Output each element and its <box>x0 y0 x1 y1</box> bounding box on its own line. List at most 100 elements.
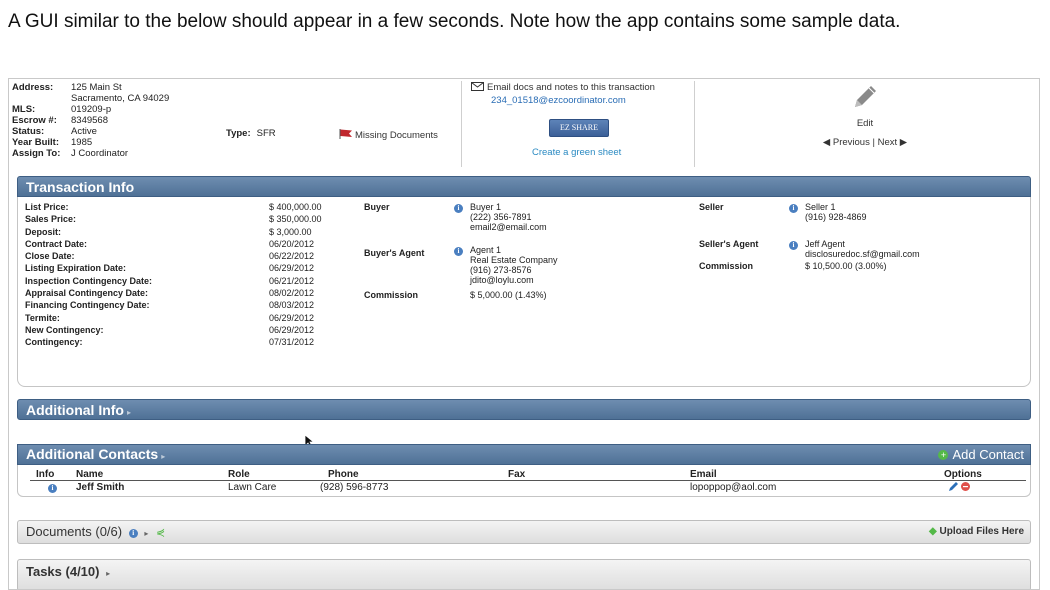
buyer-phone: (222) 356-7891 <box>470 212 532 222</box>
transaction-field-label: Appraisal Contingency Date: <box>25 288 149 299</box>
transaction-field-value: 06/29/2012 <box>269 263 315 274</box>
tasks-header[interactable]: Tasks (4/10) ▸ <box>17 559 1031 589</box>
missing-documents-link[interactable]: Missing Documents <box>339 129 438 141</box>
transaction-row: Close Date: 06/22/2012 <box>25 250 322 262</box>
flag-icon <box>339 129 352 139</box>
seller-details: i Seller 1 (916) 928-4869 <box>789 202 867 222</box>
transaction-field-value: 06/29/2012 <box>269 324 315 335</box>
tasks-title: Tasks (4/10) <box>26 564 100 579</box>
info-icon[interactable]: i <box>454 204 463 213</box>
upload-arrow-icon: ◆ <box>929 526 937 537</box>
address-line2: Sacramento, CA 94029 <box>71 93 170 104</box>
ez-share-button[interactable]: EZ SHARE <box>549 119 609 137</box>
info-icon[interactable]: i <box>454 247 463 256</box>
info-icon[interactable]: i <box>128 529 138 538</box>
documents-title: Documents (0/6) <box>26 524 123 539</box>
seller-commission-value: $ 10,500.00 (3.00%) <box>805 261 887 271</box>
app-screenshot: Address: 125 Main St Sacramento, CA 94029… <box>8 78 1040 590</box>
info-icon[interactable]: i <box>789 241 798 250</box>
transaction-field-value: 06/22/2012 <box>269 251 315 262</box>
seller-label: Seller <box>699 202 724 212</box>
seller-agent-email: disclosuredoc.sf@gmail.com <box>805 249 920 259</box>
buyer-agent-company: Real Estate Company <box>470 255 558 265</box>
envelope-icon <box>471 82 484 91</box>
transaction-field-label: Contingency: <box>25 337 83 348</box>
edit-panel: Edit ◀ Previous | Next ▶ <box>809 81 921 148</box>
transaction-info-title: Transaction Info <box>26 179 135 195</box>
transaction-info-header[interactable]: Transaction Info <box>17 176 1031 197</box>
previous-arrow-icon[interactable]: ◀ <box>823 137 830 148</box>
transaction-field-label: Close Date: <box>25 251 75 262</box>
transaction-email-link[interactable]: 234_01518@ezcoordinator.com <box>491 95 691 106</box>
transaction-field-label: Termite: <box>25 312 60 323</box>
additional-contacts-header[interactable]: Additional Contacts ▸ + Add Contact <box>17 444 1031 465</box>
delete-icon[interactable] <box>960 481 971 492</box>
expand-arrow-icon[interactable]: ▸ <box>127 408 131 417</box>
buyer-agent-block: Buyer's Agent <box>364 248 424 258</box>
next-link[interactable]: Next <box>878 137 898 148</box>
seller-agent-name: Jeff Agent <box>805 239 845 249</box>
transaction-field-value: 08/02/2012 <box>269 288 315 299</box>
transaction-field-value: $ 400,000.00 <box>269 202 322 212</box>
status-value: Active <box>71 126 97 137</box>
info-icon[interactable]: i <box>48 484 57 493</box>
buyer-details: i Buyer 1 (222) 356-7891 email2@email.co… <box>454 202 547 232</box>
col-header-role: Role <box>228 469 250 480</box>
buyer-agent-name: Agent 1 <box>470 245 502 255</box>
next-arrow-icon[interactable]: ▶ <box>900 137 907 148</box>
transaction-field-value: 08/03/2012 <box>269 300 315 311</box>
assign-value: J Coordinator <box>71 148 129 159</box>
buyer-agent-email: jdito@loylu.com <box>470 275 534 285</box>
transaction-field-label: Inspection Contingency Date: <box>25 275 153 286</box>
transaction-row: Financing Contingency Date: 08/03/2012 <box>25 299 322 311</box>
buyer-email: email2@email.com <box>470 222 547 232</box>
assign-label: Assign To: <box>12 148 61 159</box>
info-icon[interactable]: i <box>789 204 798 213</box>
transaction-row: Listing Expiration Date: 06/29/2012 <box>25 262 322 274</box>
plus-icon: + <box>938 450 949 460</box>
buyer-block: Buyer <box>364 202 450 212</box>
missing-documents-label: Missing Documents <box>355 130 438 141</box>
type-value: SFR <box>256 128 276 139</box>
col-header-fax: Fax <box>508 469 526 480</box>
transaction-field-label: Deposit: <box>25 226 61 237</box>
contacts-table: Info Name Role Phone Fax Email Options i… <box>17 465 1031 497</box>
expand-arrow-icon[interactable]: ▸ <box>144 529 148 538</box>
buyer-agent-label: Buyer's Agent <box>364 248 425 258</box>
transaction-field-value: 06/29/2012 <box>269 312 315 323</box>
expand-arrow-icon[interactable]: ▸ <box>106 569 110 578</box>
divider <box>694 81 695 167</box>
transaction-row: New Contingency: 06/29/2012 <box>25 324 322 336</box>
transaction-field-value: $ 3,000.00 <box>269 226 312 237</box>
upload-files-button[interactable]: ◆ Upload Files Here <box>929 521 1024 543</box>
transaction-field-value: 06/20/2012 <box>269 238 315 249</box>
seller-agent-details: i Jeff Agent disclosuredoc.sf@gmail.com <box>789 239 920 259</box>
additional-info-header[interactable]: Additional Info ▸ <box>17 399 1031 420</box>
buyer-commission-block: Commission <box>364 290 418 300</box>
buyer-commission-value: $ 5,000.00 (1.43%) <box>470 290 547 300</box>
leaf-icon[interactable]: ⋞ <box>156 527 165 539</box>
intro-text: A GUI similar to the below should appear… <box>8 11 901 32</box>
escrow-label: Escrow #: <box>12 115 57 126</box>
transaction-row: Appraisal Contingency Date: 08/02/2012 <box>25 287 322 299</box>
edit-label[interactable]: Edit <box>809 118 921 129</box>
transaction-row: Deposit: $ 3,000.00 <box>25 226 322 238</box>
transaction-field-label: Listing Expiration Date: <box>25 263 127 274</box>
seller-name: Seller 1 <box>805 202 836 212</box>
expand-arrow-icon[interactable]: ▸ <box>161 452 165 461</box>
pencil-icon[interactable] <box>849 81 881 113</box>
property-details: Address: 125 Main St Sacramento, CA 94029… <box>12 82 173 159</box>
add-contact-button[interactable]: + Add Contact <box>938 445 1024 464</box>
documents-header[interactable]: Documents (0/6) i ▸ ⋞ ◆ Upload Files Her… <box>17 520 1031 544</box>
row-options <box>948 481 971 495</box>
transaction-field-label: Financing Contingency Date: <box>25 300 150 311</box>
previous-link[interactable]: Previous <box>833 137 870 148</box>
transaction-dates: List Price: $ 400,000.00 Sales Price: $ 350… <box>25 201 322 349</box>
green-sheet-link[interactable]: Create a green sheet <box>532 147 621 158</box>
edit-pencil-icon[interactable] <box>948 481 960 492</box>
table-row: i <box>48 482 57 493</box>
email-instructions: Email docs and notes to this transaction <box>487 82 655 93</box>
transaction-row: List Price: $ 400,000.00 <box>25 201 322 213</box>
transaction-field-value: 07/31/2012 <box>269 337 315 348</box>
year-value: 1985 <box>71 137 93 148</box>
